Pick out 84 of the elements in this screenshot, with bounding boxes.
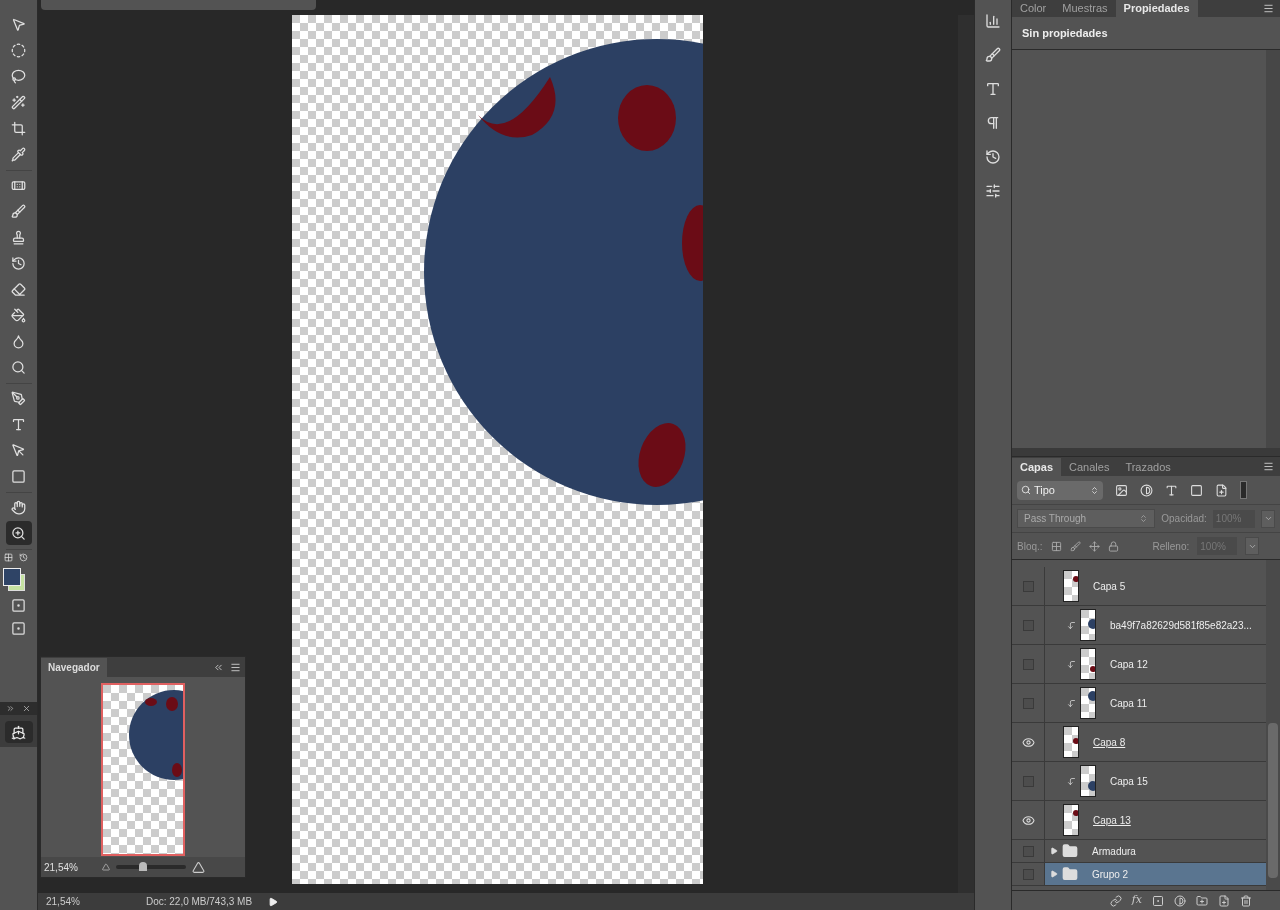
layer-thumbnail: [1064, 805, 1078, 835]
panel-menu-icon[interactable]: [1263, 461, 1274, 472]
visibility-toggle[interactable]: [1022, 580, 1034, 592]
image-filter-icon[interactable]: [1115, 483, 1128, 497]
filter-dropdown[interactable]: Tipo: [1017, 480, 1103, 500]
document-size: Doc: 22,0 MB/743,3 MB: [145, 895, 253, 909]
expand-arrow-icon[interactable]: [1050, 870, 1058, 878]
adjustment-icon[interactable]: [1174, 894, 1186, 907]
trash-icon[interactable]: [1240, 894, 1252, 907]
layer-thumbnail: [1081, 688, 1095, 718]
vertical-scrollbar[interactable]: [958, 15, 974, 893]
opacity-label: Opacidad:: [1161, 512, 1207, 526]
layer-thumbnail: [1064, 571, 1078, 601]
close-icon[interactable]: [22, 704, 31, 713]
layer-name: ba49f7a82629d581f85e82a23...: [1110, 618, 1252, 633]
layer-row[interactable]: Capa 13: [1012, 801, 1266, 840]
zoom-out-icon[interactable]: [102, 863, 110, 871]
layer-name: Capa 8: [1093, 735, 1126, 750]
lock-pixels-icon[interactable]: [1069, 540, 1081, 552]
folder-icon: [1062, 843, 1078, 859]
stepper-icon: [1139, 514, 1149, 523]
lock-transparency-icon[interactable]: [1050, 540, 1062, 552]
layer-group-row[interactable]: Grupo 2: [1012, 863, 1266, 886]
expand-icon[interactable]: [6, 704, 15, 713]
panel-menu-icon[interactable]: [1263, 3, 1274, 14]
layer-row[interactable]: Capa 12: [1012, 645, 1266, 684]
collapse-icon[interactable]: [213, 662, 224, 673]
status-zoom[interactable]: 21,54%: [46, 894, 80, 909]
fill-label: Relleno:: [1152, 539, 1190, 554]
zoom-in-icon[interactable]: [192, 860, 205, 874]
layer-group-row[interactable]: Armadura: [1012, 840, 1266, 863]
visibility-toggle[interactable]: [1022, 775, 1034, 787]
layer-name: Armadura: [1092, 844, 1136, 859]
panel-menu-icon[interactable]: [230, 662, 241, 673]
panel-tab[interactable]: Capas: [1012, 458, 1062, 476]
layer-row[interactable]: Capa 5: [1012, 567, 1266, 606]
layer-thumbnail: [1081, 649, 1095, 679]
layer-name: Capa 5: [1093, 579, 1126, 594]
effects-button[interactable]: fx: [1131, 892, 1142, 909]
eye-icon[interactable]: [1021, 813, 1035, 827]
shape-filter-icon[interactable]: [1190, 483, 1203, 497]
layer-name: Capa 13: [1093, 813, 1131, 828]
layer-row[interactable]: ba49f7a82629d581f85e82a23...: [1012, 606, 1266, 645]
zoom-tool-icon[interactable]: [5, 521, 32, 545]
visibility-toggle[interactable]: [1022, 845, 1034, 857]
stepper-icon: [1090, 485, 1099, 495]
layer-row[interactable]: Capa 8: [1012, 723, 1266, 762]
type-filter-icon[interactable]: [1165, 483, 1178, 497]
layer-row[interactable]: Capa 15: [1012, 762, 1266, 801]
panel-tab[interactable]: Propiedades: [1115, 0, 1198, 17]
new-group-icon[interactable]: [1196, 894, 1208, 907]
caret-icon: [1263, 514, 1273, 523]
eye-icon[interactable]: [1021, 735, 1035, 749]
layer-thumbnail: [1081, 610, 1095, 640]
compass-panel-button[interactable]: [4, 721, 33, 743]
status-menu-arrow[interactable]: [268, 896, 279, 907]
layer-name: Grupo 2: [1092, 867, 1129, 882]
layer-name: Capa 11: [1110, 696, 1148, 711]
panel-tab[interactable]: Navegador: [41, 658, 107, 677]
expand-arrow-icon[interactable]: [1050, 847, 1058, 855]
link-icon[interactable]: [1109, 894, 1122, 907]
visibility-toggle[interactable]: [1022, 658, 1034, 670]
layer-row[interactable]: Capa 11: [1012, 684, 1266, 723]
layer-name: Capa 15: [1110, 774, 1148, 789]
lock-label: Bloq.:: [1017, 539, 1043, 554]
layer-thumbnail: [1064, 727, 1078, 757]
new-layer-icon[interactable]: [1218, 894, 1230, 907]
slider-thumb[interactable]: [138, 862, 147, 871]
smart-object-filter-icon[interactable]: [1215, 483, 1228, 497]
scrollbar[interactable]: [1266, 560, 1280, 890]
mask-icon[interactable]: [1152, 894, 1164, 907]
layer-thumbnail: [1081, 766, 1095, 796]
folder-icon: [1062, 866, 1078, 882]
lock-all-icon[interactable]: [1107, 540, 1119, 552]
visibility-toggle[interactable]: [1022, 697, 1034, 709]
lock-position-icon[interactable]: [1088, 540, 1100, 552]
filter-toggle[interactable]: [1240, 481, 1247, 499]
layer-name: Capa 12: [1110, 657, 1148, 672]
visibility-toggle[interactable]: [1022, 619, 1034, 631]
properties-message: Sin propiedades: [1022, 25, 1108, 41]
search-icon: [1021, 485, 1031, 495]
visibility-toggle[interactable]: [1022, 868, 1034, 880]
scrollbar[interactable]: [1266, 50, 1280, 448]
adjustment-filter-icon[interactable]: [1140, 483, 1153, 497]
